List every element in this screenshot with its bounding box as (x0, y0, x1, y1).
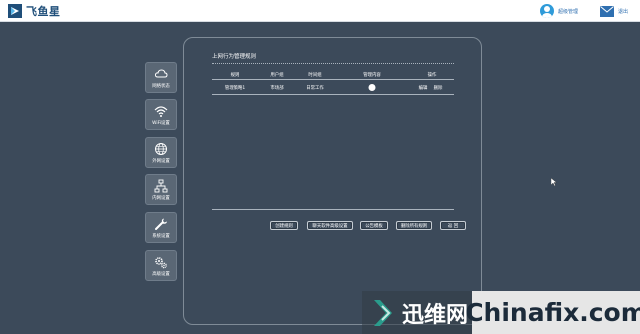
delete-all-rules-button[interactable]: 删除所有规则 (396, 221, 432, 230)
column-header-user-group: 用户组 (270, 73, 284, 78)
logout-link[interactable]: 退出 (618, 8, 628, 15)
sidebar-item-label: 内网设置 (152, 196, 170, 201)
back-button[interactable]: 返 回 (440, 221, 466, 230)
top-bar: 飞鱼星 超级管理 退出 (0, 0, 640, 22)
column-header-rule: 规则 (230, 73, 240, 78)
watermark-right: Chinafix.com (465, 291, 640, 334)
sidebar-item-label: 系统设置 (152, 234, 170, 239)
sidebar-item-label: 网络状态 (152, 84, 170, 89)
column-header-actions: 操作 (427, 73, 437, 78)
watermark-logo-icon (374, 299, 392, 326)
column-header-manage-content: 管理内容 (363, 73, 381, 78)
user-area: 超级管理 退出 (539, 3, 628, 19)
wifi-icon (154, 106, 168, 117)
chat-software-settings-button[interactable]: 聊天软件高级设置 (307, 221, 353, 230)
watermark-cn-text: 迅维网 (402, 302, 469, 328)
globe-icon (155, 143, 167, 155)
delete-link[interactable]: 删除 (434, 85, 443, 91)
sidebar-item-advanced[interactable]: 高级设置 (145, 250, 177, 281)
sidebar-item-label: 高级设置 (152, 272, 170, 277)
table-row: 管理策略1 市场部 日常工作 编辑 删除 (212, 81, 454, 95)
sidebar-item-wifi[interactable]: WiFi设置 (145, 99, 177, 130)
watermark-left: 迅维网 (362, 291, 472, 334)
announcement-template-button[interactable]: 公告模板 (360, 221, 388, 230)
info-bubble-icon[interactable] (368, 84, 376, 91)
wrench-icon (155, 218, 167, 230)
network-icon (154, 179, 168, 193)
watermark-en-text: Chinafix.com (465, 298, 640, 327)
create-rule-button[interactable]: 创建规则 (270, 221, 298, 230)
edit-link[interactable]: 编辑 (419, 85, 428, 91)
column-header-time-group: 时间组 (308, 73, 322, 78)
gears-icon (155, 257, 167, 269)
time-group-cell: 日常工作 (306, 86, 324, 91)
sidebar-item-system[interactable]: 系统设置 (145, 212, 177, 243)
rule-name-cell: 管理策略1 (224, 86, 246, 91)
cloud-icon (154, 69, 168, 78)
mail-icon[interactable] (599, 5, 614, 17)
title-divider (212, 63, 454, 64)
page-title: 上网行为管理规则 (212, 54, 257, 60)
sidebar-item-label: 外网设置 (152, 159, 170, 164)
avatar[interactable] (539, 4, 554, 18)
sidebar-item-label: WiFi设置 (152, 121, 170, 126)
sidebar-item-wan[interactable]: 外网设置 (145, 137, 177, 168)
user-name[interactable]: 超级管理 (558, 8, 578, 15)
rules-panel: 上网行为管理规则 规则 用户组 时间组 管理内容 操作 管理策略1 市场部 日常… (183, 37, 482, 325)
sidebar-item-lan[interactable]: 内网设置 (145, 174, 177, 205)
mouse-cursor-icon (551, 178, 557, 186)
table-header: 规则 用户组 时间组 管理内容 操作 (212, 71, 454, 80)
user-group-cell: 市场部 (270, 86, 284, 91)
sidebar-item-network-status[interactable]: 网络状态 (145, 62, 177, 93)
logo-icon (8, 4, 22, 18)
logo-text: 飞鱼星 (26, 5, 61, 18)
brand-logo[interactable]: 飞鱼星 (8, 3, 61, 19)
table-footer-divider (212, 209, 454, 210)
